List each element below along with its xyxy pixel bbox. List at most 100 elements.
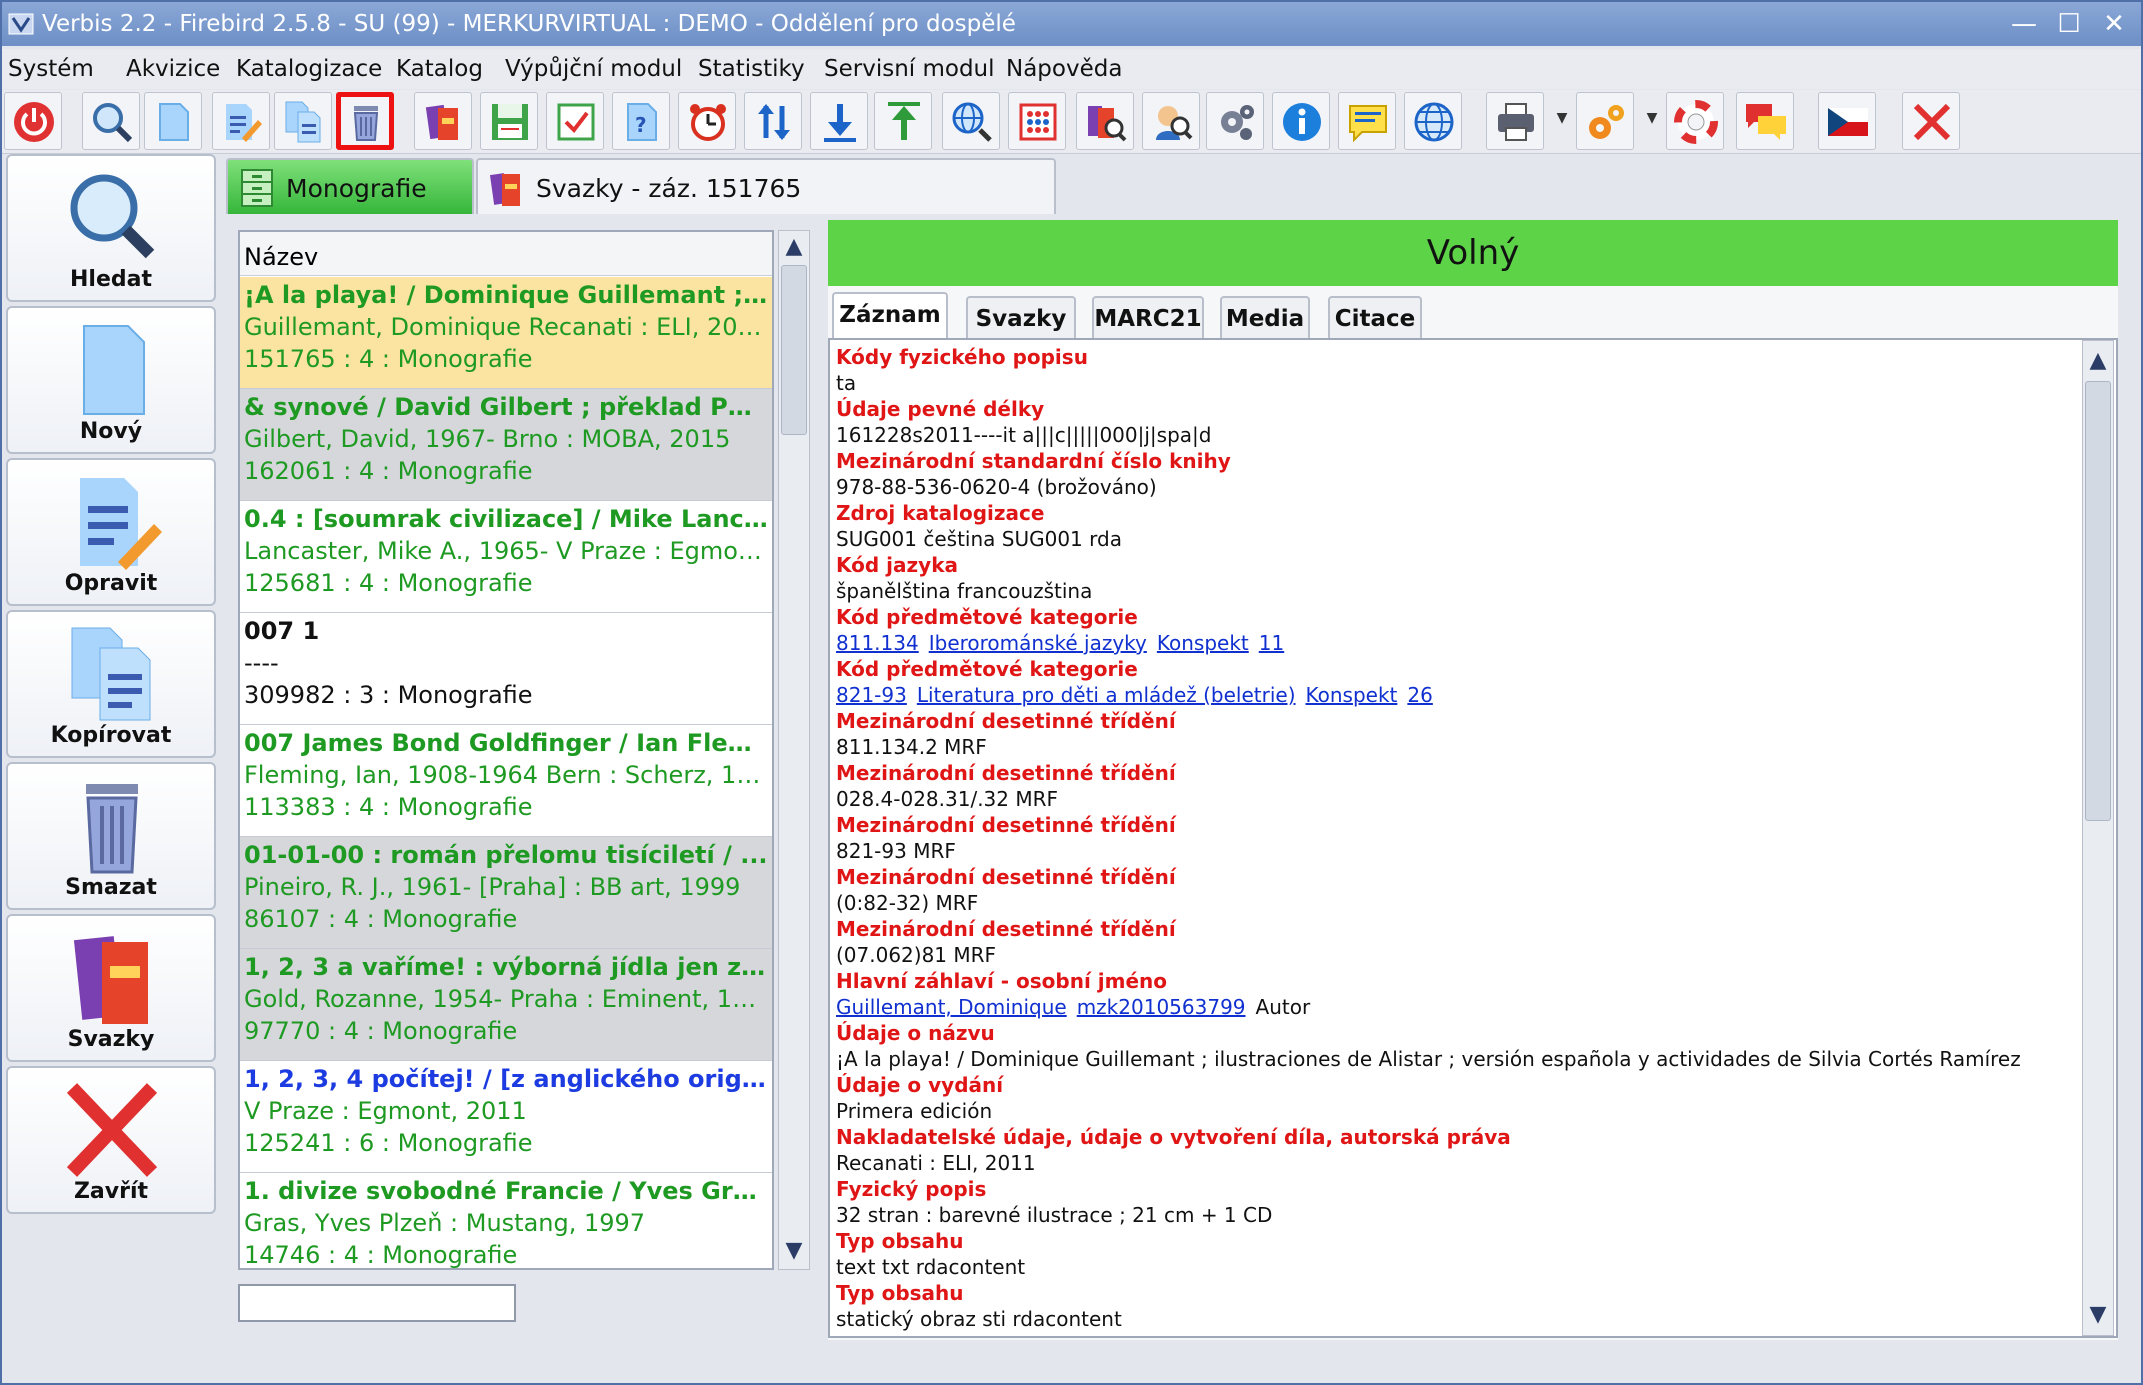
toolbar-edit-button[interactable]: [212, 92, 270, 150]
close-button[interactable]: Zavřít: [6, 1066, 216, 1214]
scroll-up-icon[interactable]: ▲: [779, 231, 809, 263]
print-dropdown-arrow[interactable]: ▼: [1554, 110, 1570, 130]
red-x-icon: [66, 1083, 158, 1177]
list-item[interactable]: 007 James Bond Goldfinger / Ian Flemi...…: [240, 725, 772, 837]
toolbar-message-button[interactable]: [1338, 92, 1396, 150]
list-item-selected[interactable]: ¡A la playa! / Dominique Guillemant ; il…: [240, 277, 772, 389]
copy-button[interactable]: Kopírovat: [6, 610, 216, 758]
toolbar-web-search-button[interactable]: [942, 92, 1000, 150]
list-item[interactable]: 01-01-00 : román přelomu tisíciletí / ..…: [240, 837, 772, 949]
subject-code-link[interactable]: 811.134: [836, 631, 919, 655]
toolbar-reader-button[interactable]: [1142, 92, 1200, 150]
menu-acquisition[interactable]: Akvizice: [126, 56, 220, 82]
toolbar-help-doc-button[interactable]: ?: [612, 92, 670, 150]
menu-statistics[interactable]: Statistiky: [698, 56, 805, 82]
minimize-button[interactable]: —: [2007, 8, 2041, 40]
konspekt-number-link[interactable]: 26: [1407, 683, 1432, 707]
toolbar-chat-button[interactable]: [1736, 92, 1794, 150]
toolbar-print-button[interactable]: [1486, 92, 1544, 150]
toolbar-language-button[interactable]: [1818, 92, 1876, 150]
toolbar-alarm-button[interactable]: [678, 92, 736, 150]
subject-code-link[interactable]: 821-93: [836, 683, 907, 707]
konspekt-link[interactable]: Konspekt: [1306, 683, 1398, 707]
subject-name-link[interactable]: Literatura pro děti a mládež (beletrie): [917, 683, 1296, 707]
toolbar-import-button[interactable]: [810, 92, 868, 150]
new-button[interactable]: Nový: [6, 306, 216, 454]
list-item-title: 1, 2, 3, 4 počítej! / [z anglického orig…: [244, 1065, 768, 1093]
tab-record[interactable]: Záznam: [832, 292, 948, 342]
tab-media[interactable]: Media: [1220, 296, 1310, 340]
field-label: Mezinárodní desetinné třídění: [836, 865, 1176, 889]
left-action-bar: Hledat Nový Opravit Kopírovat Smazat Sva…: [2, 154, 222, 1224]
list-item[interactable]: 1, 2, 3 a vaříme! : výborná jídla jen ze…: [240, 949, 772, 1061]
toolbar-book-search-button[interactable]: [1076, 92, 1134, 150]
close-window-button[interactable]: ✕: [2097, 8, 2131, 40]
list-item[interactable]: 1. divize svobodné Francie / Yves Gra...…: [240, 1173, 772, 1268]
authority-id-link[interactable]: mzk2010563799: [1077, 995, 1246, 1019]
field-value: španělština francouzština: [836, 579, 1093, 603]
scroll-down-icon[interactable]: ▼: [779, 1235, 809, 1267]
toolbar-copy-button[interactable]: [274, 92, 332, 150]
maximize-button[interactable]: ☐: [2052, 8, 2086, 40]
konspekt-link[interactable]: Konspekt: [1157, 631, 1249, 655]
toolbar-save-button[interactable]: [480, 92, 538, 150]
field-label: Zdroj katalogizace: [836, 501, 1045, 525]
toolbar-new-button[interactable]: [144, 92, 202, 150]
detail-scroll-thumb[interactable]: [2085, 381, 2111, 821]
list-item[interactable]: 0.4 : [soumrak civilizace] / Mike Lanc..…: [240, 501, 772, 613]
menu-help[interactable]: Nápověda: [1006, 56, 1122, 82]
toolbar-settings-button[interactable]: [1206, 92, 1264, 150]
menu-cataloguing[interactable]: Katalogizace: [236, 56, 382, 82]
toolbar-delete-button[interactable]: [336, 92, 394, 150]
toolbar-search-button[interactable]: [82, 92, 140, 150]
scroll-down-icon[interactable]: ▼: [2083, 1299, 2113, 1331]
toolbar-tools-button[interactable]: [1576, 92, 1634, 150]
quick-search-input[interactable]: [238, 1284, 516, 1322]
scroll-up-icon[interactable]: ▲: [2083, 345, 2113, 377]
abacus-icon: [1019, 103, 1057, 141]
detail-scrollbar[interactable]: ▲ ▼: [2082, 340, 2114, 1336]
toolbar-sort-button[interactable]: [744, 92, 802, 150]
delete-button[interactable]: Smazat: [6, 762, 216, 910]
author-link[interactable]: Guillemant, Dominique: [836, 995, 1067, 1019]
record-detail-pane: Volný Záznam Svazky MARC21 Media Citace …: [828, 220, 2118, 1340]
tab-marc21[interactable]: MARC21: [1092, 296, 1204, 340]
toolbar-support-button[interactable]: [1666, 92, 1724, 150]
toolbar-info-button[interactable]: [1272, 92, 1330, 150]
menu-bar: Systém Akvizice Katalogizace Katalog Výp…: [2, 49, 2141, 89]
field-label: Kódy fyzického popisu: [836, 345, 1088, 369]
edit-button[interactable]: Opravit: [6, 458, 216, 606]
trash-icon: [86, 784, 138, 874]
subject-name-link[interactable]: Iberorománské jazyky: [929, 631, 1147, 655]
toolbar-internet-button[interactable]: [1404, 92, 1462, 150]
field-label: Údaje pevné délky: [836, 397, 1045, 421]
tab-monographs[interactable]: Monografie: [226, 158, 474, 214]
globe-icon: [1414, 102, 1454, 142]
tab-volumes-detail[interactable]: Svazky: [966, 296, 1076, 340]
list-item[interactable]: & synové / David Gilbert ; překlad Pet..…: [240, 389, 772, 501]
menu-service[interactable]: Servisní modul: [824, 56, 995, 82]
tools-dropdown-arrow[interactable]: ▼: [1644, 110, 1660, 130]
new-document-icon: [83, 325, 145, 415]
tab-volumes[interactable]: Svazky - záz. 151765: [476, 158, 1056, 214]
toolbar-calculator-button[interactable]: [1008, 92, 1066, 150]
search-button[interactable]: Hledat: [6, 154, 216, 302]
menu-circulation[interactable]: Výpůjční modul: [505, 56, 682, 82]
list-item[interactable]: 007 1 ---- 309982 : 3 : Monografie: [240, 613, 772, 725]
toolbar-check-button[interactable]: [546, 92, 604, 150]
konspekt-number-link[interactable]: 11: [1259, 631, 1284, 655]
toolbar-volumes-button[interactable]: [414, 92, 472, 150]
list-column-header[interactable]: Název: [240, 232, 772, 276]
tab-citation[interactable]: Citace: [1328, 296, 1422, 340]
magnifier-icon: [70, 174, 155, 259]
menu-catalog[interactable]: Katalog: [396, 56, 483, 82]
toolbar-close-button[interactable]: [1902, 92, 1960, 150]
list-scrollbar[interactable]: ▲ ▼: [778, 230, 810, 1270]
books-icon: [73, 936, 148, 1024]
volumes-button[interactable]: Svazky: [6, 914, 216, 1062]
menu-system[interactable]: Systém: [8, 56, 94, 82]
list-scroll-thumb[interactable]: [781, 265, 807, 435]
power-off-button[interactable]: [4, 92, 62, 150]
list-item[interactable]: 1, 2, 3, 4 počítej! / [z anglického orig…: [240, 1061, 772, 1173]
toolbar-export-button[interactable]: [874, 92, 932, 150]
